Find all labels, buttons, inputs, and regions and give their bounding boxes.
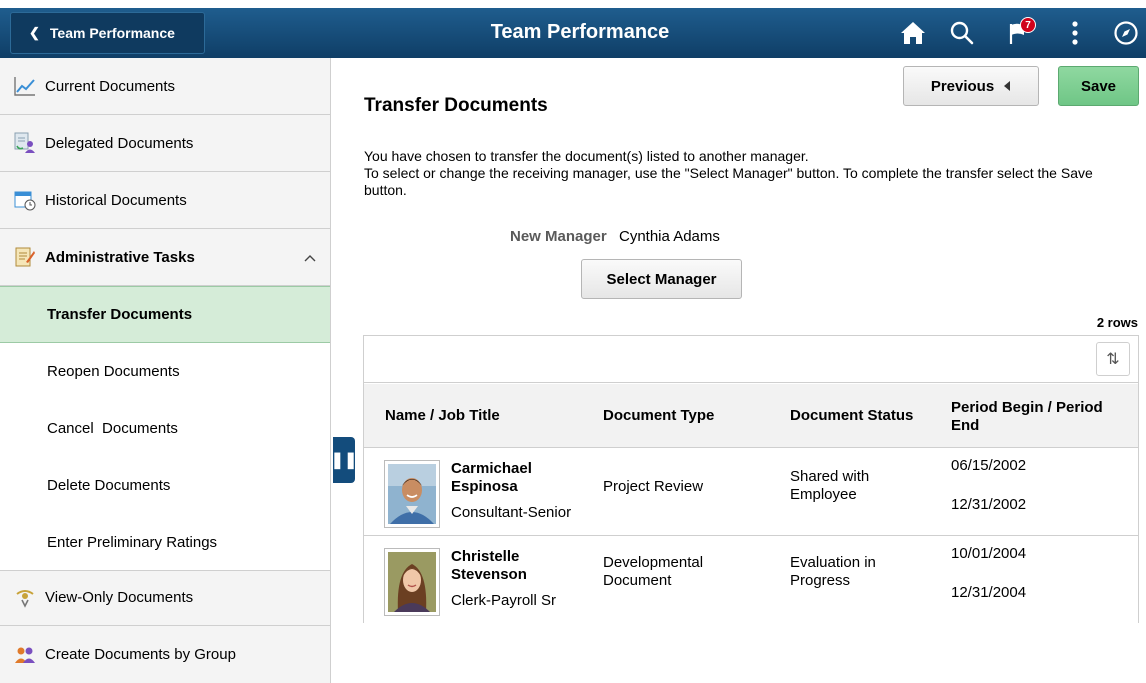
document-type: Developmental Document [603,554,704,589]
sidebar-item-label: Historical Documents [45,191,187,209]
sort-button[interactable]: ⇅ [1096,342,1130,376]
grid-header-row: Name / Job Title Document Type Document … [364,384,1138,448]
sidebar-item-label: Create Documents by Group [45,646,236,663]
table-row[interactable]: Carmichael Espinosa Consultant-Senior Pr… [364,449,1138,536]
instructions-text: You have chosen to transfer the document… [364,148,1124,199]
sidebar-item-label: Current Documents [45,77,176,95]
navbar-icon[interactable] [1109,16,1143,50]
column-header-period[interactable]: Period Begin / Period End [951,399,1131,435]
new-manager-label: New Manager [510,228,607,245]
sidebar-item-label: Delegated Documents [45,134,194,152]
collapse-sidebar-button[interactable]: ❚❚ [330,437,358,483]
period-begin: 10/01/2004 [951,545,1027,562]
document-status: Evaluation in Progress [790,554,876,589]
sidebar-item-administrative-tasks[interactable]: Administrative Tasks [0,229,330,286]
sidebar-item-reopen-documents[interactable]: Reopen Documents [0,343,330,400]
view-only-icon [13,585,37,609]
period-end: 12/31/2004 [951,584,1027,601]
documents-grid: ⇅ Name / Job Title Document Type Documen… [363,335,1139,624]
previous-button[interactable]: Previous [903,66,1039,106]
new-manager-value: Cynthia Adams [619,228,720,245]
grid-toolbar: ⇅ [364,336,1138,383]
group-icon [13,643,37,667]
employee-photo [384,460,440,528]
document-status: Shared with Employee [790,468,870,503]
notification-count-badge: 7 [1020,17,1036,33]
sidebar-item-create-documents-by-group[interactable]: Create Documents by Group [0,626,330,683]
employee-job-title: Clerk-Payroll Sr [451,592,557,609]
sidebar-item-label: Administrative Tasks [45,248,195,266]
save-button[interactable]: Save [1058,66,1139,106]
sidebar-item-label: View-Only Documents [45,588,194,606]
sidebar-item-transfer-documents[interactable]: Transfer Documents [0,286,330,343]
chevron-up-icon [304,249,316,266]
employee-name[interactable]: Christelle Stevenson [451,548,581,584]
employee-photo [384,548,440,616]
select-manager-button[interactable]: Select Manager [581,259,742,299]
home-icon[interactable] [896,16,930,50]
row-count: 2 rows [1096,315,1138,330]
actions-menu-icon[interactable] [1058,16,1092,50]
period-end: 12/31/2002 [951,496,1027,513]
chart-icon [13,74,37,98]
calendar-clock-icon [13,188,37,212]
column-header-name[interactable]: Name / Job Title [385,407,500,425]
notifications-icon[interactable]: 7 [1002,16,1036,50]
sidebar: Current Documents Delegated Documents Hi… [0,58,331,683]
search-icon[interactable] [945,16,979,50]
app-header: ❮ Team Performance Team Performance 7 [0,8,1146,58]
sort-icon: ⇅ [1106,351,1120,368]
sidebar-item-enter-preliminary-ratings[interactable]: Enter Preliminary Ratings [0,514,330,571]
sidebar-item-cancel-documents[interactable]: Cancel Documents [0,400,330,457]
employee-name[interactable]: Carmichael Espinosa [451,460,581,496]
sidebar-item-view-only-documents[interactable]: View-Only Documents [0,569,330,626]
delegated-icon [13,131,37,155]
period-begin: 06/15/2002 [951,457,1027,474]
column-header-document-status[interactable]: Document Status [790,407,913,425]
document-type: Project Review [603,478,704,495]
pause-icon: ❚❚ [330,452,358,469]
page-title: Transfer Documents [364,95,548,116]
sidebar-item-current-documents[interactable]: Current Documents [0,58,330,115]
table-row[interactable]: Christelle Stevenson Clerk-Payroll Sr De… [364,537,1138,624]
instructions-line-1: You have chosen to transfer the document… [364,148,809,164]
sidebar-item-historical-documents[interactable]: Historical Documents [0,172,330,229]
column-header-document-type[interactable]: Document Type [603,407,714,425]
caret-left-icon [1004,78,1011,95]
instructions-line-2: To select or change the receiving manage… [364,165,1093,198]
sidebar-item-delegated-documents[interactable]: Delegated Documents [0,115,330,172]
previous-button-label: Previous [930,77,995,95]
sidebar-item-delete-documents[interactable]: Delete Documents [0,457,330,514]
employee-job-title: Consultant-Senior [451,504,572,521]
notepad-icon [13,245,37,269]
